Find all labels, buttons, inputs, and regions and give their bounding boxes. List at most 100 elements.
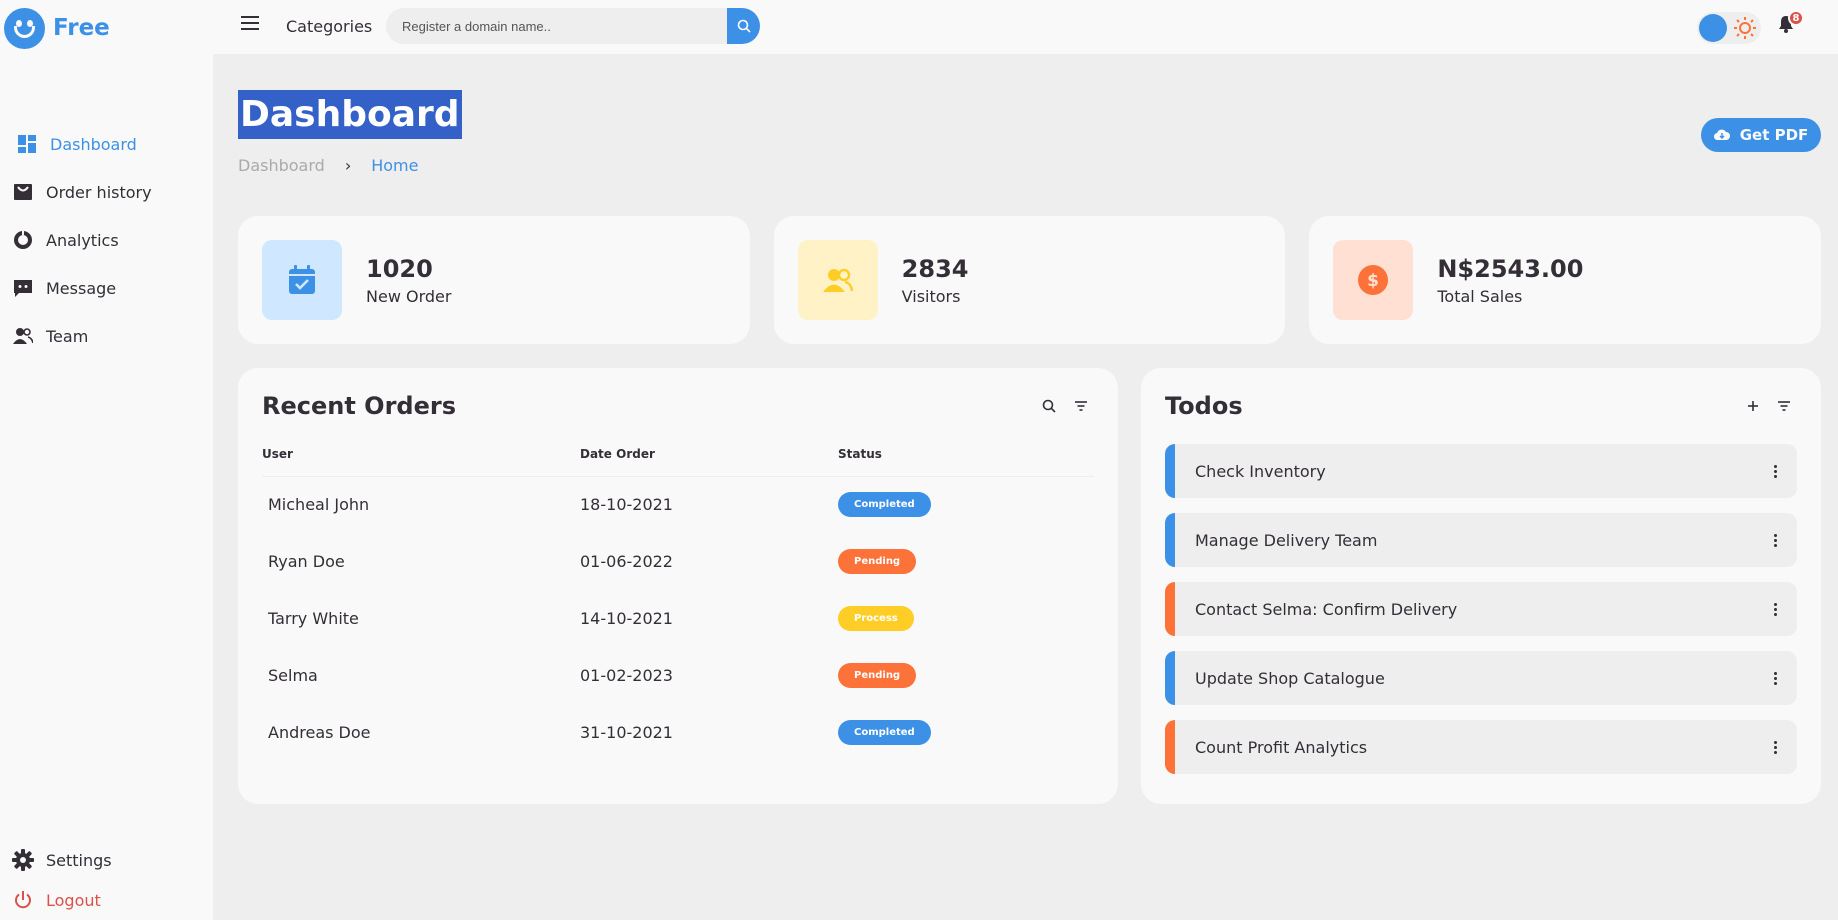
filter-icon[interactable] — [1074, 400, 1088, 412]
column-header-status: Status — [838, 444, 1094, 477]
status-badge: Pending — [838, 549, 917, 574]
sidebar-item-label: Message — [46, 278, 117, 298]
stat-card-total-sales: $ N$2543.00 Total Sales — [1309, 216, 1822, 344]
sidebar-item-label: Order history — [46, 182, 152, 202]
table-header-row: User Date Order Status — [262, 444, 1094, 477]
table-row[interactable]: Tarry White 14-10-2021 Process — [262, 590, 1094, 647]
doughnut-chart-icon — [12, 229, 34, 251]
todos-title: Todos — [1165, 392, 1243, 420]
get-pdf-button[interactable]: Get PDF — [1701, 118, 1821, 152]
sidebar-item-analytics[interactable]: Analytics — [0, 220, 213, 260]
cloud-download-icon — [1713, 129, 1730, 141]
status-badge: Completed — [838, 492, 931, 518]
todo-label: Manage Delivery Team — [1195, 530, 1378, 550]
hamburger-menu-icon[interactable] — [241, 16, 259, 30]
sidebar-item-label: Team — [46, 326, 89, 346]
notification-count-badge: 8 — [1788, 10, 1804, 26]
list-item[interactable]: Contact Selma: Confirm Delivery — [1165, 582, 1797, 636]
more-vertical-icon[interactable] — [1774, 671, 1777, 685]
order-status-cell: Process — [838, 590, 1094, 647]
sidebar-item-team[interactable]: Team — [0, 316, 213, 356]
search-input[interactable] — [386, 8, 727, 44]
sidebar-item-label: Analytics — [46, 230, 119, 250]
order-user: Micheal John — [268, 495, 370, 515]
list-item[interactable]: Manage Delivery Team — [1165, 513, 1797, 567]
smile-icon — [4, 7, 45, 49]
stat-value: N$2543.00 — [1437, 254, 1584, 283]
list-item[interactable]: Check Inventory — [1165, 444, 1797, 498]
search-icon[interactable] — [1042, 399, 1056, 413]
order-date: 18-10-2021 — [580, 495, 673, 515]
order-user: Tarry White — [268, 609, 359, 628]
todo-label: Count Profit Analytics — [1195, 737, 1368, 757]
table-row[interactable]: Micheal John 18-10-2021 Completed — [262, 476, 1094, 533]
brand-name: Free — [53, 15, 110, 41]
more-vertical-icon[interactable] — [1774, 533, 1777, 547]
list-item[interactable]: Count Profit Analytics — [1165, 720, 1797, 774]
more-vertical-icon[interactable] — [1774, 602, 1777, 616]
order-date: 14-10-2021 — [580, 609, 673, 628]
dollar-circle-icon: $ — [1333, 240, 1414, 320]
message-icon — [12, 277, 34, 299]
notification-button[interactable]: 8 — [1776, 10, 1804, 38]
svg-text:$: $ — [1367, 271, 1379, 291]
sidebar: Free Dashboard Order history Analytics M… — [0, 0, 213, 920]
order-date: 01-02-2023 — [580, 666, 673, 685]
sidebar-item-label: Settings — [46, 850, 112, 870]
stat-label: New Order — [366, 286, 452, 306]
stats-cards: 1020 New Order 2834 Visitors $ N$2543.00… — [238, 216, 1822, 344]
sidebar-item-logout[interactable]: Logout — [0, 880, 213, 920]
panel-actions — [1747, 400, 1791, 412]
todo-label: Update Shop Catalogue — [1195, 668, 1385, 688]
order-user: Ryan Doe — [268, 552, 345, 571]
orders-table: User Date Order Status Micheal John 18-10… — [262, 444, 1094, 761]
sidebar-item-settings[interactable]: Settings — [0, 840, 213, 880]
todo-list: Check Inventory Manage Delivery Team Conta… — [1165, 444, 1797, 774]
page-title: Dashboard — [238, 90, 462, 139]
table-row[interactable]: Selma 01-02-2023 Pending — [262, 647, 1094, 704]
stat-value: 1020 — [366, 254, 433, 283]
order-status-cell: Pending — [838, 647, 1094, 704]
sidebar-item-dashboard[interactable]: Dashboard — [4, 122, 210, 166]
order-date: 31-10-2021 — [580, 723, 673, 742]
top-nav: Categories 8 — [213, 0, 1838, 54]
table-row[interactable]: Andreas Doe 31-10-2021 Completed — [262, 704, 1094, 761]
categories-link[interactable]: Categories — [286, 17, 372, 36]
sidebar-item-order-history[interactable]: Order history — [0, 172, 213, 212]
stat-text: 1020 New Order — [366, 255, 451, 306]
order-user: Selma — [268, 666, 318, 685]
theme-switch[interactable] — [1697, 12, 1761, 44]
main-content: Dashboard Dashboard › Home Get PDF 1020 … — [213, 54, 1838, 920]
breadcrumb-dashboard[interactable]: Dashboard — [238, 156, 325, 175]
stat-card-new-order: 1020 New Order — [238, 216, 750, 344]
order-status-cell: Completed — [838, 704, 1094, 761]
filter-icon[interactable] — [1777, 400, 1791, 412]
stat-card-visitors: 2834 Visitors — [773, 216, 1286, 344]
stat-label: Total Sales — [1437, 286, 1523, 306]
search-button[interactable] — [727, 8, 760, 44]
side-menu-bottom: Settings Logout — [0, 840, 213, 920]
table-row[interactable]: Ryan Doe 01-06-2022 Pending — [262, 533, 1094, 590]
more-vertical-icon[interactable] — [1774, 740, 1777, 754]
recent-orders-panel: Recent Orders User Date Order Status Mic… — [238, 368, 1118, 804]
panel-head: Todos — [1165, 392, 1797, 420]
column-header-date: Date Order — [580, 444, 838, 477]
power-icon — [12, 889, 34, 911]
group-icon — [12, 325, 34, 347]
plus-icon[interactable] — [1747, 400, 1759, 412]
panel-head: Recent Orders — [262, 392, 1094, 420]
orders-table-body: Micheal John 18-10-2021 Completed Ryan Doe 0… — [262, 476, 1094, 761]
todo-label: Check Inventory — [1195, 461, 1326, 481]
side-menu: Dashboard Order history Analytics Messag… — [0, 122, 213, 364]
sidebar-item-message[interactable]: Message — [0, 268, 213, 308]
stat-label: Visitors — [901, 286, 961, 306]
breadcrumb-home[interactable]: Home — [371, 156, 418, 175]
switch-knob — [1699, 14, 1727, 42]
more-vertical-icon[interactable] — [1774, 464, 1777, 478]
status-badge: Pending — [838, 663, 917, 688]
gear-icon — [12, 849, 34, 871]
list-item[interactable]: Update Shop Catalogue — [1165, 651, 1797, 705]
group-icon — [797, 240, 878, 320]
stat-text: 2834 Visitors — [902, 255, 969, 306]
brand-logo[interactable]: Free — [4, 6, 110, 50]
